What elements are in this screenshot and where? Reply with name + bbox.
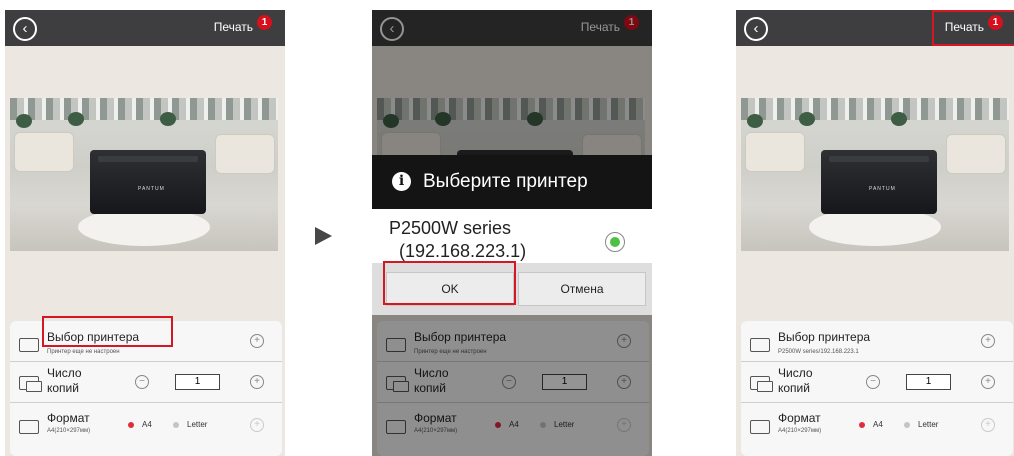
highlight-select-printer	[42, 316, 173, 347]
copies-label: Число	[47, 366, 82, 380]
option-a4[interactable]: A4	[873, 420, 883, 429]
plus-icon[interactable]: +	[250, 375, 264, 389]
copies-label: копий	[47, 381, 79, 395]
back-icon[interactable]: ‹	[13, 17, 37, 41]
notification-badge: 1	[257, 15, 272, 30]
radio-letter[interactable]	[173, 422, 179, 428]
copies-label: Число	[778, 366, 813, 380]
printer-tray	[829, 156, 929, 162]
printer-device: PANTUM	[90, 150, 206, 214]
printer-device: PANTUM	[821, 150, 937, 214]
printer-status: Принтер еще не настроен	[47, 349, 120, 355]
printer-name: P2500W series	[389, 218, 512, 238]
settings-panel: Выбор принтера P2500W series/192.168.223…	[741, 321, 1013, 456]
row-copies: Число копий − 1 +	[10, 362, 282, 403]
printer-icon	[750, 338, 770, 352]
row-format: Формат A4(210×297мм) A4 Letter +	[741, 403, 1013, 443]
office-wall	[741, 98, 1009, 120]
paper-icon	[750, 420, 770, 434]
plant-icon	[747, 114, 763, 128]
printer-logo: PANTUM	[138, 186, 165, 192]
selected-dot-icon	[610, 237, 620, 247]
highlight-ok-button	[383, 261, 516, 305]
printer-tray	[98, 156, 198, 162]
copies-label: копий	[778, 381, 810, 395]
sofa	[745, 132, 805, 172]
select-printer-label: Выбор принтера	[778, 330, 871, 344]
copies-icon	[757, 381, 773, 392]
office-wall	[10, 98, 278, 120]
back-icon[interactable]: ‹	[744, 17, 768, 41]
row-format: Формат A4(210×297мм) A4 Letter +	[10, 403, 282, 443]
top-bar: ‹ Печать 1	[5, 10, 285, 46]
sofa	[946, 134, 1006, 174]
plant-icon	[68, 112, 84, 126]
printer-radio[interactable]	[605, 232, 625, 252]
copies-input[interactable]: 1	[175, 374, 220, 390]
plant-icon	[891, 112, 907, 126]
dialog-header: i Выберите принтер	[372, 155, 652, 209]
plus-icon[interactable]: +	[981, 334, 995, 348]
plus-icon[interactable]: +	[250, 334, 264, 348]
row-copies: Число копий − 1 +	[741, 362, 1013, 403]
printer-logo: PANTUM	[869, 186, 896, 192]
copies-icon	[26, 381, 42, 392]
plus-icon[interactable]: +	[981, 375, 995, 389]
paper-icon	[19, 420, 39, 434]
option-letter[interactable]: Letter	[187, 420, 207, 429]
cancel-button[interactable]: Отмена	[518, 272, 646, 306]
printer-status: P2500W series/192.168.223.1	[778, 349, 859, 355]
format-label: Формат	[778, 411, 821, 425]
plant-icon	[16, 114, 32, 128]
screen-step-1: ‹ Печать 1 PANTUM Выбор принтера Принтер…	[5, 10, 285, 456]
screen-step-3: ‹ Печать 1 PANTUM Выбор принтера P2500W …	[736, 10, 1014, 456]
plus-icon: +	[250, 418, 264, 432]
print-button[interactable]: Печать	[214, 20, 253, 34]
printer-ip: (192.168.223.1)	[399, 241, 527, 261]
printer-photo: PANTUM	[10, 98, 278, 251]
printer-photo: PANTUM	[741, 98, 1009, 251]
sofa	[14, 132, 74, 172]
radio-letter[interactable]	[904, 422, 910, 428]
option-a4[interactable]: A4	[142, 420, 152, 429]
option-letter[interactable]: Letter	[918, 420, 938, 429]
printer-option[interactable]: P2500W series (192.168.223.1)	[389, 217, 526, 263]
next-step-arrow-icon	[315, 227, 332, 245]
format-size: A4(210×297мм)	[47, 428, 91, 434]
plant-icon	[799, 112, 815, 126]
printer-icon	[19, 338, 39, 352]
radio-a4[interactable]	[859, 422, 865, 428]
radio-a4[interactable]	[128, 422, 134, 428]
highlight-print-button	[932, 10, 1014, 46]
minus-icon[interactable]: −	[866, 375, 880, 389]
dialog-title: Выберите принтер	[423, 171, 588, 192]
row-select-printer[interactable]: Выбор принтера P2500W series/192.168.223…	[741, 321, 1013, 362]
format-size: A4(210×297мм)	[778, 428, 822, 434]
minus-icon[interactable]: −	[135, 375, 149, 389]
info-icon: i	[392, 172, 411, 191]
screen-step-2: ‹ Печать 1 Выбор принтера Принтер еще не…	[372, 10, 652, 456]
sofa	[215, 134, 275, 174]
copies-input[interactable]: 1	[906, 374, 951, 390]
plus-icon: +	[981, 418, 995, 432]
format-label: Формат	[47, 411, 90, 425]
plant-icon	[160, 112, 176, 126]
